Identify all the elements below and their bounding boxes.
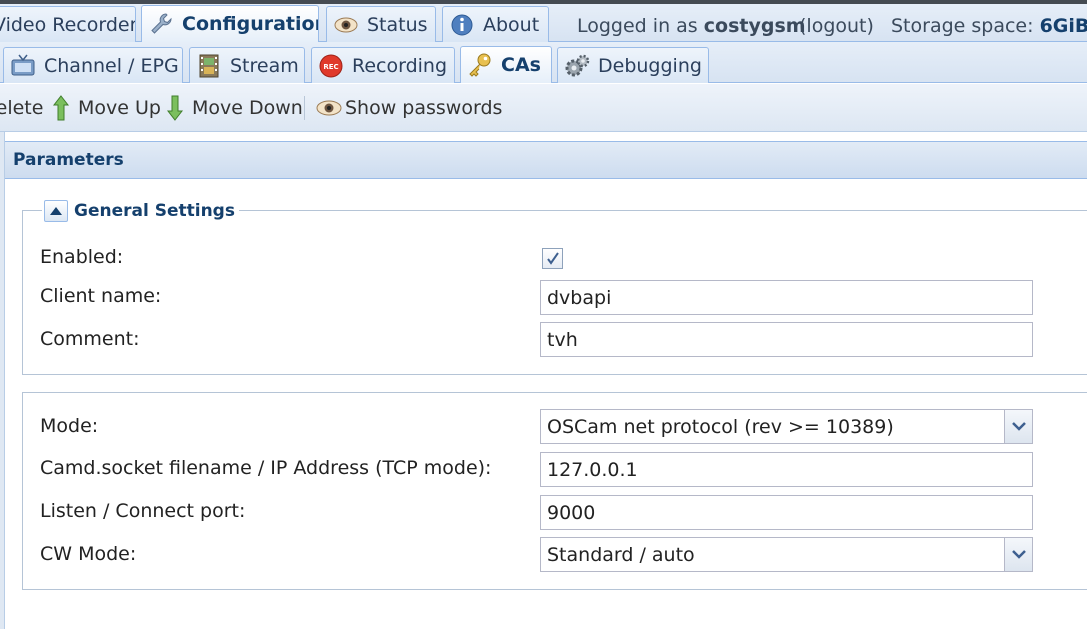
eye-icon: [333, 12, 359, 38]
cw-mode-select[interactable]: Standard / auto: [540, 537, 1033, 572]
svg-text:REC: REC: [323, 63, 338, 71]
tab-channel-epg[interactable]: Channel / EPG: [3, 47, 183, 83]
tab-configuration[interactable]: Configuration: [141, 5, 319, 42]
storage-prefix: Storage space:: [891, 15, 1034, 37]
film-icon: [196, 53, 222, 79]
camd-value: 127.0.0.1: [547, 458, 638, 481]
show-passwords-button[interactable]: Show passwords: [315, 84, 502, 132]
storage-value: 6GiB/0/: [1039, 15, 1087, 37]
logged-in-info: Logged in as costygsm: [577, 10, 806, 42]
tab-label: Status: [367, 13, 428, 36]
client-name-field[interactable]: dvbapi: [540, 280, 1033, 315]
camd-field[interactable]: 127.0.0.1: [540, 452, 1033, 487]
mode-label: Mode:: [40, 415, 99, 437]
move-up-button[interactable]: Move Up: [52, 84, 161, 132]
gears-icon: [564, 53, 590, 79]
logout-link[interactable]: (logout): [799, 10, 874, 42]
mode-value: OSCam net protocol (rev >= 10389): [547, 415, 894, 438]
client-name-label: Client name:: [40, 285, 162, 307]
tab-debugging[interactable]: Debugging: [557, 47, 709, 83]
arrow-down-icon: [166, 95, 184, 121]
move-down-label: Move Down: [192, 97, 303, 119]
tab-label: About: [483, 13, 540, 36]
panel-title: Parameters: [13, 150, 124, 170]
arrow-up-icon: [52, 95, 70, 121]
comment-field[interactable]: tvh: [540, 322, 1033, 357]
delete-label: Delete: [0, 97, 44, 119]
sub-tab-bar: Channel / EPG Stream REC Recording CAs D…: [0, 42, 1087, 83]
mode-dropdown-trigger[interactable]: [1004, 410, 1032, 443]
toolbar-separator: [304, 96, 305, 120]
cw-mode-label: CW Mode:: [40, 543, 137, 565]
comment-label: Comment:: [40, 328, 140, 350]
chevron-down-icon: [1011, 422, 1026, 431]
tab-status[interactable]: Status: [326, 6, 436, 42]
delete-button[interactable]: Delete: [0, 84, 43, 132]
tab-video-recorder[interactable]: Video Recorder: [0, 6, 136, 42]
tab-about[interactable]: About: [442, 6, 549, 42]
camd-label: Camd.socket filename / IP Address (TCP m…: [40, 457, 492, 479]
cw-mode-value: Standard / auto: [547, 543, 695, 566]
enabled-label: Enabled:: [40, 246, 124, 268]
tab-label: Configuration: [182, 13, 319, 35]
mode-select[interactable]: OSCam net protocol (rev >= 10389): [540, 409, 1033, 444]
tv-icon: [10, 53, 36, 79]
move-up-label: Move Up: [78, 97, 161, 119]
key-icon: [467, 52, 493, 78]
comment-value: tvh: [547, 328, 578, 351]
tab-label: Recording: [352, 54, 448, 77]
port-value: 9000: [547, 501, 596, 524]
enabled-checkbox[interactable]: [542, 248, 563, 269]
tab-label: Stream: [230, 54, 299, 77]
port-label: Listen / Connect port:: [40, 500, 246, 522]
triangle-up-icon: [50, 207, 62, 215]
tab-stream[interactable]: Stream: [189, 47, 305, 83]
main-tab-bar: Video Recorder Configuration Status Abou…: [0, 4, 1087, 42]
wrench-icon: [148, 11, 174, 37]
tab-label: CAs: [501, 54, 541, 76]
chevron-down-icon: [1011, 550, 1026, 559]
toolbar: Delete Move Up Move Down Show passwords: [0, 84, 1087, 132]
tab-label: Channel / EPG: [44, 54, 179, 77]
tab-label: Debugging: [598, 54, 702, 77]
checkmark-icon: [546, 251, 559, 265]
parameters-panel-header: Parameters: [5, 141, 1087, 179]
storage-info: Storage space: 6GiB/0/: [891, 10, 1087, 42]
move-down-button[interactable]: Move Down: [166, 84, 303, 132]
info-icon: [449, 12, 475, 38]
cw-mode-dropdown-trigger[interactable]: [1004, 538, 1032, 571]
tab-cas[interactable]: CAs: [460, 46, 552, 83]
rec-icon: REC: [318, 53, 344, 79]
legend-label: General Settings: [74, 201, 235, 221]
port-field[interactable]: 9000: [540, 495, 1033, 530]
logged-in-prefix: Logged in as: [577, 15, 698, 37]
tab-recording[interactable]: REC Recording: [311, 47, 455, 83]
general-settings-legend: General Settings: [42, 198, 239, 224]
show-passwords-label: Show passwords: [345, 97, 503, 119]
left-panel-edge: [0, 132, 5, 629]
logout-label: (logout): [799, 15, 874, 37]
client-name-value: dvbapi: [547, 286, 612, 309]
tab-label: Video Recorder: [0, 13, 136, 36]
eye-icon: [316, 100, 342, 116]
collapse-button[interactable]: [44, 200, 68, 222]
username: costygsm: [703, 15, 806, 37]
